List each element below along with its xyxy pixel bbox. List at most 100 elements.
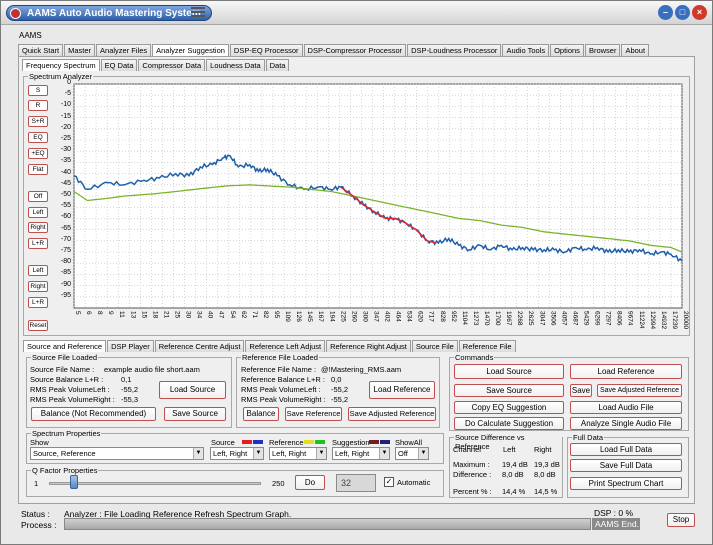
analyze-single-audio-file-button[interactable]: Analyze Single Audio File <box>570 417 682 430</box>
suggestion-channel-value: Left, Right <box>335 449 370 458</box>
source-right-label: Right : <box>93 395 115 404</box>
save-full-data-button[interactable]: Save Full Data <box>570 459 682 472</box>
source-color-swatch-1 <box>242 440 252 444</box>
x-tick-label: 14932 <box>660 311 667 329</box>
diff-left-header: Left <box>503 445 516 454</box>
x-tick-label: 20000 <box>682 311 689 329</box>
x-tick-label: 260 <box>350 311 357 322</box>
x-tick-label: 13 <box>129 311 136 319</box>
chevron-down-icon: ▼ <box>193 448 203 459</box>
maximum-left-value: 19,4 dB <box>502 460 528 469</box>
status-bar: Status : Analyzer : File Loading Referen… <box>2 506 711 544</box>
reference-label: Reference <box>269 438 304 447</box>
cmd-load-reference-button[interactable]: Load Reference <box>570 364 682 379</box>
show-select[interactable]: Source, Reference ▼ <box>30 447 204 460</box>
reference-color-swatch-2 <box>315 440 325 444</box>
x-tick-label: 1700 <box>494 311 501 326</box>
do-calculate-suggestion-button[interactable]: Do Calculate Suggestion <box>454 417 564 430</box>
status-label: Status : <box>21 509 50 519</box>
maximum-right-value: 19,3 dB <box>534 460 560 469</box>
x-tick-label: 34 <box>196 311 203 319</box>
suggestion-channel-select[interactable]: Left, Right ▼ <box>332 447 390 460</box>
x-tick-label: 30 <box>185 311 192 319</box>
q-factor-group-title: Q Factor Properties <box>31 466 99 475</box>
source-rms-right-label: RMS Peak Volume <box>30 395 93 404</box>
load-full-data-button[interactable]: Load Full Data <box>570 443 682 456</box>
q-slider-track[interactable] <box>49 482 261 485</box>
showall-value: Off <box>398 449 408 458</box>
x-tick-label: 25 <box>173 311 180 319</box>
x-tick-label: 95 <box>273 311 280 319</box>
x-tick-label: 126 <box>295 311 302 322</box>
tab-reference-file[interactable]: Reference File <box>458 340 516 352</box>
reference-balance-value: 0,0 <box>331 375 342 384</box>
reference-color-swatch-1 <box>304 440 314 444</box>
x-tick-label: 8406 <box>616 311 623 326</box>
x-tick-label: 18 <box>151 311 158 319</box>
tab-reference-right-adjust[interactable]: Reference Right Adjust <box>326 340 411 352</box>
percent-label: Percent % : <box>453 487 492 496</box>
load-reference-button[interactable]: Load Reference <box>369 381 435 399</box>
save-reference-button[interactable]: Save Reference <box>285 407 342 421</box>
save-source-button[interactable]: Save Source <box>164 407 226 421</box>
tab-source-file[interactable]: Source File <box>411 340 458 352</box>
reference-file-group-title: Reference File Loaded <box>241 353 319 362</box>
x-tick-label: 952 <box>450 311 457 322</box>
x-tick-label: 17239 <box>671 311 678 329</box>
q-value-field[interactable]: 32 <box>336 474 376 492</box>
tab-reference-left-adjust[interactable]: Reference Left Adjust <box>245 340 326 352</box>
cmd-load-source-button[interactable]: Load Source <box>454 364 564 379</box>
q-slider-thumb[interactable] <box>70 475 79 489</box>
showall-select[interactable]: Off ▼ <box>395 447 429 460</box>
q-do-button[interactable]: Do <box>295 475 325 490</box>
commands-group-title: Commands <box>454 353 495 362</box>
source-balance-value: 0,1 <box>121 375 132 384</box>
process-progress-bar <box>64 518 591 530</box>
x-tick-label: 11 <box>118 311 125 318</box>
x-tick-label: 2268 <box>516 311 523 326</box>
x-tick-label: 12994 <box>649 311 656 329</box>
chevron-down-icon: ▼ <box>379 448 389 459</box>
source-file-name-value: example audio file short.aam <box>104 365 200 374</box>
x-tick-label: 464 <box>395 311 402 322</box>
x-tick-label: 6 <box>85 311 92 315</box>
cmd-save-adjusted-reference-button[interactable]: Save Adjusted Reference <box>597 384 682 397</box>
percent-right-value: 14,5 % <box>534 487 558 496</box>
x-tick-label: 402 <box>384 311 391 322</box>
reference-left-label: Left : <box>304 385 321 394</box>
x-tick-label: 1273 <box>472 311 479 326</box>
tab-source-and-reference[interactable]: Source and Reference <box>23 340 107 352</box>
x-tick-label: 1104 <box>461 311 468 325</box>
source-channel-select[interactable]: Left, Right ▼ <box>210 447 264 460</box>
source-left-label: Left : <box>93 385 110 394</box>
cmd-save-button[interactable]: Save <box>570 384 592 397</box>
x-tick-label: 4057 <box>560 311 567 326</box>
load-source-button[interactable]: Load Source <box>159 381 226 399</box>
spectrum-chart: 5 6 8 9 11 13 15 18 21 25 30 34 40 47 54 62 71 82 95 109 126… <box>73 83 689 329</box>
print-spectrum-chart-button[interactable]: Print Spectrum Chart <box>570 477 682 490</box>
stop-button[interactable]: Stop <box>667 513 695 527</box>
reference-left-value: -55,2 <box>331 385 349 394</box>
save-adjusted-reference-button[interactable]: Save Adjusted Reference <box>348 407 436 421</box>
x-tick-label: 620 <box>417 311 424 322</box>
tab-dsp-player[interactable]: DSP Player <box>107 340 154 352</box>
x-tick-label: 1967 <box>505 311 512 326</box>
bottom-sub-tabs: Source and Reference DSP Player Referenc… <box>23 340 517 352</box>
reference-file-name-label: Reference File Name : <box>241 365 317 374</box>
cmd-save-source-button[interactable]: Save Source <box>454 384 564 397</box>
balance-button[interactable]: Balance <box>243 407 279 421</box>
x-tick-label: 82 <box>262 311 269 319</box>
balance-not-recommended-button[interactable]: Balance (Not Recommended) <box>31 407 156 421</box>
load-audio-file-button[interactable]: Load Audio File <box>570 401 682 414</box>
copy-eq-suggestion-button[interactable]: Copy EQ Suggestion <box>454 401 564 414</box>
x-tick-label: 225 <box>339 311 346 322</box>
reference-channel-select[interactable]: Left, Right ▼ <box>269 447 327 460</box>
x-tick-label: 534 <box>406 311 413 322</box>
percent-left-value: 14,4 % <box>502 487 526 496</box>
source-file-group-title: Source File Loaded <box>31 353 99 362</box>
x-tick-label: 300 <box>361 311 368 322</box>
difference-right-value: 8,0 dB <box>534 470 556 479</box>
automatic-checkbox[interactable]: ✓ <box>384 477 394 487</box>
tab-reference-centre-adjust[interactable]: Reference Centre Adjust <box>154 340 245 352</box>
x-tick-label: 6299 <box>594 311 601 326</box>
